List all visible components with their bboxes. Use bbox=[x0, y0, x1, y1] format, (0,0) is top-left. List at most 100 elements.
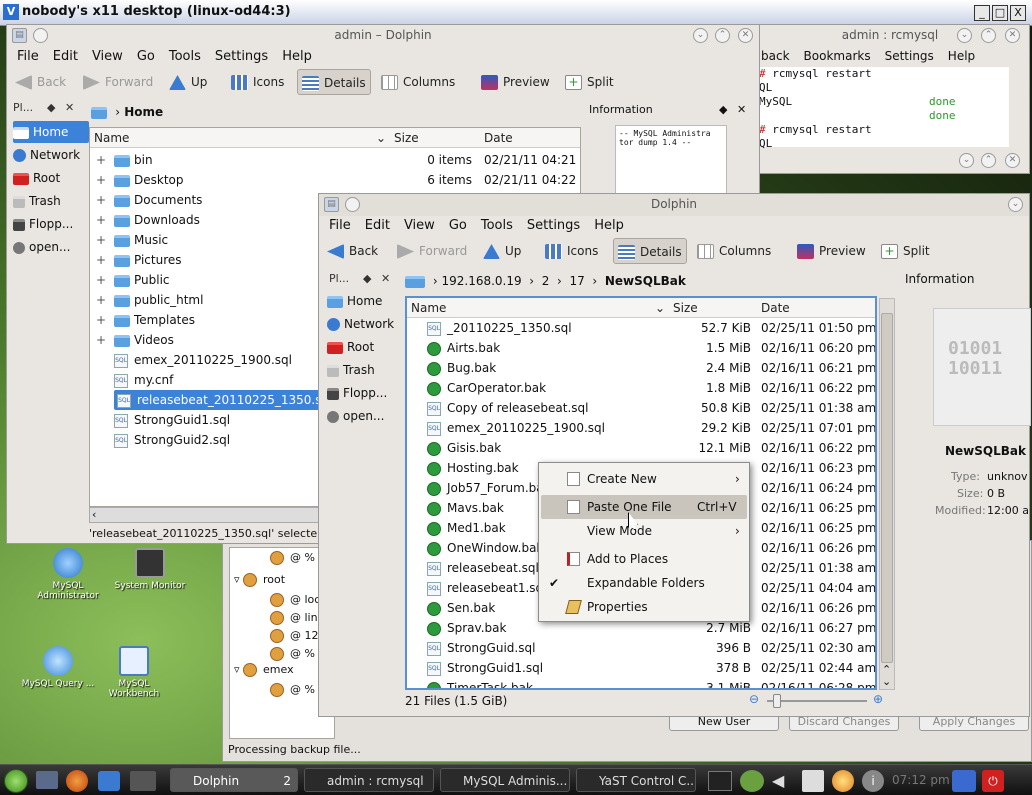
close-icon[interactable]: ✕ bbox=[1005, 28, 1020, 43]
app-menu-icon[interactable]: ▤ bbox=[12, 28, 27, 43]
column-name[interactable]: Name bbox=[411, 298, 446, 318]
place-network[interactable]: Network bbox=[327, 313, 403, 335]
expand-plus-icon[interactable]: + bbox=[96, 250, 106, 270]
desktop-icon-mysql-administrator[interactable]: MySQL Administrator bbox=[28, 548, 108, 601]
firefox-icon[interactable] bbox=[66, 770, 88, 792]
place-network[interactable]: Network bbox=[13, 144, 89, 166]
terminal-icon[interactable] bbox=[708, 771, 732, 791]
clock[interactable]: 07:12 pm bbox=[892, 773, 950, 787]
maximize-icon[interactable]: ⌃ bbox=[981, 28, 996, 43]
panel-float-icon[interactable]: ◆ bbox=[47, 101, 55, 114]
forward-button[interactable]: Forward bbox=[83, 69, 153, 95]
pin-icon[interactable] bbox=[33, 28, 48, 43]
menu-help[interactable]: Help bbox=[282, 49, 312, 64]
maximize-icon[interactable]: ⌃ bbox=[981, 153, 996, 168]
split-button[interactable]: + Split bbox=[565, 69, 614, 95]
icons-view-button[interactable]: Icons bbox=[231, 69, 284, 95]
menu-settings[interactable]: Settings bbox=[885, 49, 934, 63]
icons-view-button[interactable]: Icons bbox=[545, 238, 598, 264]
place-home[interactable]: Home bbox=[327, 290, 403, 312]
menu-edit[interactable]: Edit bbox=[365, 218, 390, 233]
tree-item[interactable]: @ % bbox=[270, 646, 315, 662]
up-button[interactable]: Up bbox=[483, 238, 521, 264]
clipboard-icon[interactable] bbox=[802, 770, 824, 792]
details-view-button[interactable]: Details bbox=[613, 238, 687, 264]
place-root[interactable]: Root bbox=[13, 167, 89, 189]
app-menu-icon[interactable]: ▤ bbox=[324, 197, 339, 212]
file-row[interactable]: + bin 0 items 02/21/11 04:21 pm bbox=[90, 150, 580, 170]
columns-view-button[interactable]: Columns bbox=[381, 69, 455, 95]
forward-button[interactable]: Forward bbox=[397, 238, 467, 264]
menu-item-create-new[interactable]: Create New › bbox=[541, 467, 747, 491]
task-rcmysql[interactable]: admin : rcmysql bbox=[304, 768, 434, 792]
menu-tools[interactable]: Tools bbox=[481, 218, 513, 233]
place-floppy[interactable]: Flopp... bbox=[327, 382, 403, 404]
konsole-terminal[interactable]: # rcmysql restart QL MySQL done done # rc… bbox=[759, 67, 1009, 150]
network-folder-icon[interactable] bbox=[405, 275, 425, 288]
home-folder-icon[interactable] bbox=[91, 106, 107, 119]
place-floppy[interactable]: Flopp... bbox=[13, 213, 89, 235]
preview-button[interactable]: Preview bbox=[481, 69, 550, 95]
x11-maximize-button[interactable]: □ bbox=[992, 5, 1008, 21]
file-row[interactable]: SQL StrongGuid1.sql 378 B 02/25/11 02:44 am bbox=[407, 658, 875, 678]
expand-plus-icon[interactable]: + bbox=[96, 210, 106, 230]
file-row[interactable]: SQL _20110225_1350.sql 52.7 KiB 02/25/11 01… bbox=[407, 318, 875, 338]
minimize-icon[interactable]: ⌄ bbox=[693, 28, 708, 43]
file-row[interactable]: SQL Copy of releasebeat.sql 50.8 KiB 02/25/… bbox=[407, 398, 875, 418]
breadcrumb-dir-2[interactable]: 2 bbox=[542, 274, 550, 288]
desktop-icon[interactable] bbox=[36, 771, 58, 789]
column-date[interactable]: Date bbox=[484, 128, 513, 148]
breadcrumb-home[interactable]: Home bbox=[124, 105, 163, 119]
task-mysql-administrator[interactable]: MySQL Adminis... bbox=[440, 768, 570, 792]
zoom-slider[interactable]: ⊖ ⊕ bbox=[749, 692, 889, 710]
task-yast[interactable]: YaST Control C... bbox=[576, 768, 696, 792]
column-size[interactable]: Size bbox=[673, 298, 698, 318]
column-size[interactable]: Size bbox=[394, 128, 419, 148]
pin-icon[interactable] bbox=[345, 197, 360, 212]
minimize-icon[interactable]: ⌄ bbox=[957, 28, 972, 43]
menu-tools[interactable]: Tools bbox=[169, 49, 201, 64]
start-menu-icon[interactable] bbox=[4, 769, 28, 793]
details-view-button[interactable]: Details bbox=[297, 69, 371, 95]
preview-button[interactable]: Preview bbox=[797, 238, 866, 264]
minimize-icon[interactable]: ⌄ bbox=[959, 153, 974, 168]
expand-plus-icon[interactable]: + bbox=[96, 270, 106, 290]
menu-item-paste-one-file[interactable]: Paste One File Ctrl+V bbox=[541, 495, 747, 519]
close-icon[interactable]: ✕ bbox=[738, 28, 753, 43]
file-row[interactable]: SQL StrongGuid.sql 396 B 02/25/11 02:30 am bbox=[407, 638, 875, 658]
menu-file[interactable]: File bbox=[329, 218, 351, 233]
menu-item-properties[interactable]: Properties bbox=[541, 595, 747, 619]
back-button[interactable]: Back bbox=[15, 69, 66, 95]
expand-plus-icon[interactable]: + bbox=[96, 330, 106, 350]
place-trash[interactable]: Trash bbox=[327, 359, 403, 381]
menu-file[interactable]: File bbox=[17, 49, 39, 64]
updater-icon[interactable] bbox=[832, 770, 854, 792]
menu-go[interactable]: Go bbox=[449, 218, 467, 233]
panel-close-icon[interactable]: ✕ bbox=[381, 272, 390, 285]
expand-plus-icon[interactable]: + bbox=[96, 310, 106, 330]
menu-settings[interactable]: Settings bbox=[527, 218, 580, 233]
place-open[interactable]: open... bbox=[13, 236, 89, 258]
expand-plus-icon[interactable]: + bbox=[96, 170, 106, 190]
expand-plus-icon[interactable]: + bbox=[96, 230, 106, 250]
expand-plus-icon[interactable]: + bbox=[96, 190, 106, 210]
tree-item[interactable]: ▿ root bbox=[234, 572, 285, 588]
tree-item[interactable]: @ % bbox=[270, 682, 315, 698]
column-name[interactable]: Name bbox=[94, 128, 129, 148]
columns-view-button[interactable]: Columns bbox=[697, 238, 771, 264]
scroll-down-icon[interactable]: ⌄ bbox=[882, 675, 891, 688]
split-button[interactable]: + Split bbox=[881, 238, 930, 264]
tree-item[interactable]: @ % bbox=[270, 550, 315, 566]
file-row[interactable]: Airts.bak 1.5 MiB 02/16/11 06:20 pm bbox=[407, 338, 875, 358]
menu-item-view-mode[interactable]: View Mode › bbox=[541, 519, 747, 543]
menu-view[interactable]: View bbox=[404, 218, 435, 233]
menu-go[interactable]: Go bbox=[137, 49, 155, 64]
scroll-left-icon[interactable]: ‹ bbox=[92, 508, 96, 521]
horizontal-scrollbar[interactable]: ‹ bbox=[89, 507, 329, 523]
breadcrumb-host[interactable]: 192.168.0.19 bbox=[441, 274, 521, 288]
menu-help[interactable]: Help bbox=[594, 218, 624, 233]
info-icon[interactable]: i bbox=[862, 770, 884, 792]
back-button[interactable]: Back bbox=[327, 238, 378, 264]
menu-bookmarks[interactable]: Bookmarks bbox=[804, 49, 871, 63]
place-trash[interactable]: Trash bbox=[13, 190, 89, 212]
